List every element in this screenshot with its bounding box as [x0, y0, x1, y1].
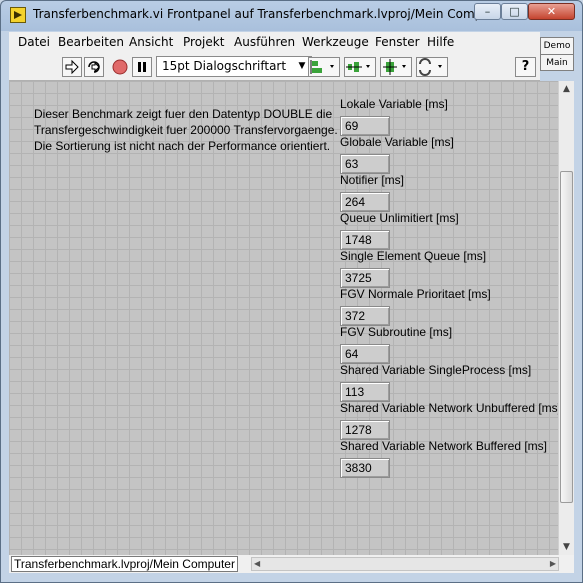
menu-werkzeuge[interactable]: Werkzeuge	[302, 35, 369, 49]
indicator-label-shared-variable-network-buffered: Shared Variable Network Buffered [ms]	[340, 439, 547, 453]
resize-objects-icon[interactable]	[380, 57, 412, 77]
indicator-label-fgv-subroutine: FGV Subroutine [ms]	[340, 325, 453, 339]
indicator-fgv-subroutine[interactable]: 64	[340, 344, 390, 364]
minimize-button[interactable]: –	[474, 3, 501, 20]
indicator-shared-variable-network-unbuffered[interactable]: 1278	[340, 420, 390, 440]
align-objects-icon[interactable]	[308, 57, 340, 77]
vi-icon-top-text: Demo	[541, 38, 573, 55]
indicator-single-element-queue[interactable]: 3725	[340, 268, 390, 288]
indicator-label-globale-variable: Globale Variable [ms]	[340, 135, 454, 149]
status-bar: Transferbenchmark.lvproj/Mein Computer ◀…	[9, 555, 574, 573]
indicator-lokale-variable[interactable]: 69	[340, 116, 390, 136]
front-panel[interactable]: Dieser Benchmark zeigt fuer den Datentyp…	[9, 81, 558, 555]
distribute-objects-icon[interactable]	[344, 57, 376, 77]
scroll-up-icon[interactable]: ▲	[559, 81, 574, 97]
description-line: Transfergeschwindigkeit fuer 200000 Tran…	[34, 123, 338, 137]
project-tab[interactable]: Transferbenchmark.lvproj/Mein Computer	[11, 556, 238, 572]
menu-datei[interactable]: Datei	[18, 35, 50, 49]
vertical-scrollbar[interactable]: ▲ ▼	[558, 81, 574, 555]
description-line: Die Sortierung ist nicht nach der Perfor…	[34, 139, 331, 153]
app-window: Transferbenchmark.vi Frontpanel auf Tran…	[0, 0, 583, 583]
indicator-label-shared-variable-network-unbuffered: Shared Variable Network Unbuffered [ms]	[340, 401, 558, 415]
horizontal-scrollbar[interactable]: ◀ ▶	[251, 557, 559, 571]
indicator-label-single-element-queue: Single Element Queue [ms]	[340, 249, 487, 263]
maximize-button[interactable]: □	[501, 3, 528, 20]
window-title: Transferbenchmark.vi Frontpanel auf Tran…	[33, 7, 517, 21]
menu-projekt[interactable]: Projekt	[183, 35, 224, 49]
menu-bearbeiten[interactable]: Bearbeiten	[58, 35, 124, 49]
scroll-left-icon[interactable]: ◀	[254, 558, 260, 570]
indicator-notifier[interactable]: 264	[340, 192, 390, 212]
scroll-right-icon[interactable]: ▶	[550, 558, 556, 570]
indicator-label-lokale-variable: Lokale Variable [ms]	[340, 97, 448, 111]
run-continuously-icon[interactable]	[84, 57, 104, 77]
description-text: Dieser Benchmark zeigt fuer den Datentyp…	[34, 106, 338, 154]
vi-icon-pane: Demo Main	[540, 37, 574, 71]
font-selector[interactable]: 15pt Dialogschriftart ▼	[156, 56, 312, 77]
indicator-label-fgv-normale-prioritaet: FGV Normale Prioritaet [ms]	[340, 287, 491, 301]
context-help-icon[interactable]: ?	[515, 57, 536, 77]
close-button[interactable]: ✕	[528, 3, 575, 20]
labview-vi-icon	[10, 7, 26, 23]
run-arrow-icon[interactable]	[62, 57, 82, 77]
toolbar: 15pt Dialogschriftart ▼ ?	[9, 52, 540, 81]
font-selector-value: 15pt Dialogschriftart	[162, 59, 287, 73]
indicator-label-notifier: Notifier [ms]	[340, 173, 405, 187]
title-bar[interactable]: Transferbenchmark.vi Frontpanel auf Tran…	[1, 1, 582, 31]
abort-icon[interactable]	[110, 57, 130, 77]
pause-icon[interactable]	[132, 57, 152, 77]
menu-hilfe[interactable]: Hilfe	[427, 35, 454, 49]
indicator-shared-variable-singleprocess[interactable]: 113	[340, 382, 390, 402]
indicator-fgv-normale-prioritaet[interactable]: 372	[340, 306, 390, 326]
menu-ansicht[interactable]: Ansicht	[129, 35, 173, 49]
indicator-label-queue-unlimitiert: Queue Unlimitiert [ms]	[340, 211, 459, 225]
indicator-globale-variable[interactable]: 63	[340, 154, 390, 174]
scroll-down-icon[interactable]: ▼	[559, 539, 574, 555]
description-line: Dieser Benchmark zeigt fuer den Datentyp…	[34, 107, 333, 121]
menu-ausfuehren[interactable]: Ausführen	[234, 35, 295, 49]
vertical-scroll-thumb[interactable]	[560, 171, 573, 503]
reorder-icon[interactable]	[416, 57, 448, 77]
indicator-label-shared-variable-singleprocess: Shared Variable SingleProcess [ms]	[340, 363, 532, 377]
indicator-queue-unlimitiert[interactable]: 1748	[340, 230, 390, 250]
menu-fenster[interactable]: Fenster	[375, 35, 420, 49]
menu-bar: Datei Bearbeiten Ansicht Projekt Ausführ…	[9, 32, 540, 52]
vi-icon-bottom-text: Main	[546, 58, 568, 68]
indicator-shared-variable-network-buffered[interactable]: 3830	[340, 458, 390, 478]
